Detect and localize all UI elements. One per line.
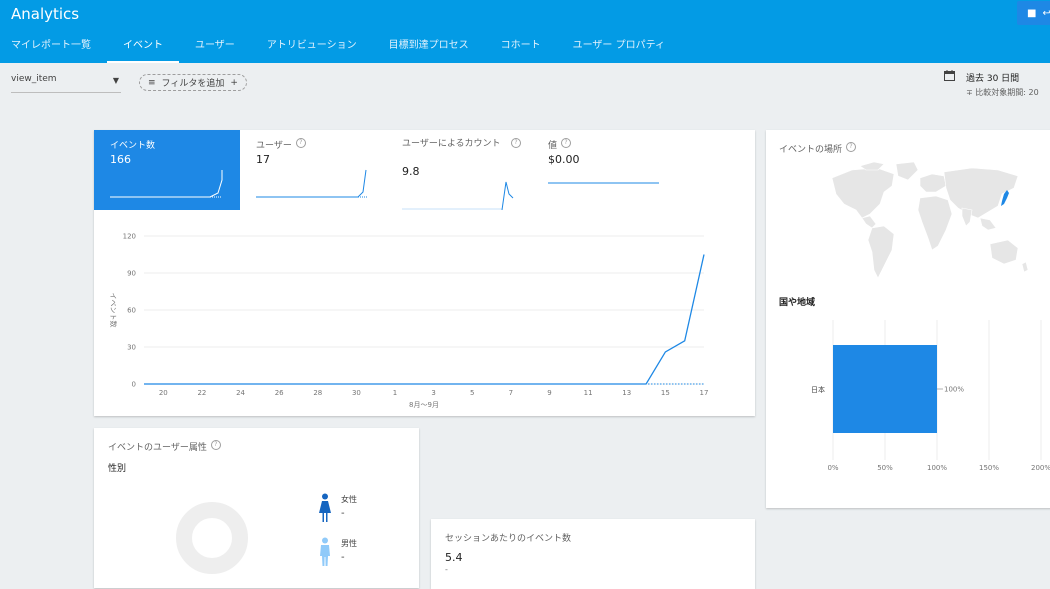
x-tick-label: 0% <box>827 464 838 472</box>
sparkline <box>402 181 514 210</box>
region-bar-chart: 0% 50% 100% 150% 200% 日本 100% <box>811 320 1050 472</box>
female-icon <box>319 493 331 522</box>
location-card: イベントの場所? 国や地域 0% 50% 100% 150% 200% 日本 1… <box>766 130 1050 508</box>
demographics-title: イベントのユーザー属性? <box>108 440 221 453</box>
events-card: イベント数 166 ユーザー? 17 ユーザーによるカウント ? 9.8 値? … <box>94 130 755 416</box>
sparkline <box>110 170 223 198</box>
metric-tab-users[interactable]: ユーザー? 17 <box>240 130 386 210</box>
bar[interactable] <box>833 345 937 433</box>
plus-icon: + <box>230 77 238 88</box>
events-per-session-change: - <box>445 565 448 574</box>
add-filter-label: フィルタを追加 <box>161 79 225 89</box>
help-icon[interactable]: ? <box>511 138 521 148</box>
compare-icon: ∓ <box>966 88 973 97</box>
tab-users[interactable]: ユーザー <box>179 36 251 63</box>
compare-period-label: ∓ 比較対象期間: 20 <box>966 88 1039 97</box>
metric-label: ユーザー? <box>256 138 306 151</box>
filter-icon: ≡ <box>148 77 156 88</box>
x-axis-label: 8月〜9月 <box>409 401 439 409</box>
x-tick-label: 50% <box>877 464 893 472</box>
app-title: Analytics <box>11 5 80 23</box>
events-per-session-title: セッションあたりのイベント数 <box>445 534 572 544</box>
region-label: 国や地域 <box>779 298 816 308</box>
tab-bar: マイレポート一覧 イベント ユーザー アトリビューション 目標到達プロセス コホ… <box>0 36 681 63</box>
tab-funnels[interactable]: 目標到達プロセス <box>373 36 485 63</box>
events-per-session-card: セッションあたりのイベント数 5.4 - <box>431 519 755 589</box>
chevron-down-icon: ▼ <box>112 76 119 85</box>
x-tick-label: 22 <box>197 389 206 397</box>
events-per-session-value: 5.4 <box>445 551 463 564</box>
sparkline <box>256 169 368 198</box>
y-tick-label: 0 <box>132 381 136 389</box>
metric-tab-value[interactable]: 値? $0.00 <box>532 130 678 210</box>
x-tick-label: 9 <box>547 389 551 397</box>
event-count-line-chart: 030609012020 22 24 26 28 30 1 3 5 7 9 11 13 15 178月〜9月… <box>109 233 709 410</box>
x-tick-label: 17 <box>700 389 709 397</box>
help-icon[interactable]: ? <box>210 440 221 450</box>
tab-cohorts[interactable]: コホート <box>485 36 557 63</box>
help-icon[interactable]: ? <box>295 138 306 148</box>
event-select[interactable]: view_item ▼ <box>11 74 121 93</box>
y-tick-label: 30 <box>127 344 136 352</box>
event-select-value: view_item <box>11 74 57 84</box>
series-line <box>144 254 705 385</box>
gender-label: 性別 <box>108 464 127 474</box>
metric-value: 166 <box>110 153 131 166</box>
x-tick-label: 5 <box>470 389 474 397</box>
metric-label: 値? <box>548 138 572 151</box>
metric-value: 17 <box>256 153 270 166</box>
x-tick-label: 11 <box>584 389 593 397</box>
y-axis-label: イベント数 <box>109 293 118 328</box>
x-tick-label: 7 <box>509 389 513 397</box>
x-tick-label: 200% <box>1031 464 1050 472</box>
share-button[interactable]: ■ ↩ <box>1017 1 1050 25</box>
share-icon: ■ <box>1027 7 1037 19</box>
x-tick-label: 3 <box>431 389 435 397</box>
x-tick-label: 15 <box>661 389 670 397</box>
world-map <box>831 161 1029 279</box>
tab-events[interactable]: イベント <box>107 36 179 63</box>
x-tick-label: 1 <box>393 389 397 397</box>
x-tick-label: 13 <box>622 389 631 397</box>
category-label: 日本 <box>811 385 825 394</box>
metric-value: $0.00 <box>548 153 580 166</box>
sparkline <box>548 182 659 184</box>
share-button-label: ↩ <box>1042 7 1050 19</box>
metric-label: イベント数 <box>110 141 156 151</box>
calendar-icon <box>944 70 955 81</box>
y-tick-label: 60 <box>127 307 136 315</box>
female-value: - <box>341 508 345 519</box>
date-range-label: 過去 30 日間 <box>966 74 1020 84</box>
x-tick-label: 30 <box>352 389 361 397</box>
x-tick-label: 20 <box>159 389 168 397</box>
x-tick-label: 28 <box>313 389 322 397</box>
tab-attribution[interactable]: アトリビューション <box>251 36 373 63</box>
x-tick-label: 100% <box>927 464 947 472</box>
female-label: 女性 <box>341 495 357 504</box>
x-tick-label: 24 <box>236 389 245 397</box>
metric-tab-count-per-user[interactable]: ユーザーによるカウント ? 9.8 <box>386 130 532 210</box>
metric-tab-event-count[interactable]: イベント数 166 <box>94 130 240 210</box>
metric-label: ユーザーによるカウント <box>402 139 501 149</box>
tab-user-properties[interactable]: ユーザー プロパティ <box>557 36 681 63</box>
value-label: 100% <box>944 386 964 394</box>
gender-donut-chart <box>176 502 248 574</box>
help-icon[interactable]: ? <box>561 138 572 148</box>
demographics-card: イベントのユーザー属性? 性別 女性 - 男性 - <box>94 428 419 588</box>
x-tick-label: 150% <box>979 464 999 472</box>
y-tick-label: 90 <box>127 270 136 278</box>
tab-my-reports[interactable]: マイレポート一覧 <box>0 36 107 63</box>
male-value: - <box>341 552 345 563</box>
add-filter-button[interactable]: ≡ フィルタを追加 + <box>139 74 247 91</box>
male-icon <box>320 537 330 566</box>
app-header: Analytics ■ ↩ マイレポート一覧 イベント ユーザー アトリビューシ… <box>0 0 1050 63</box>
location-title: イベントの場所? <box>779 142 857 155</box>
y-tick-label: 120 <box>123 233 136 241</box>
help-icon[interactable]: ? <box>846 142 857 152</box>
x-tick-label: 26 <box>275 389 284 397</box>
male-label: 男性 <box>341 539 357 548</box>
